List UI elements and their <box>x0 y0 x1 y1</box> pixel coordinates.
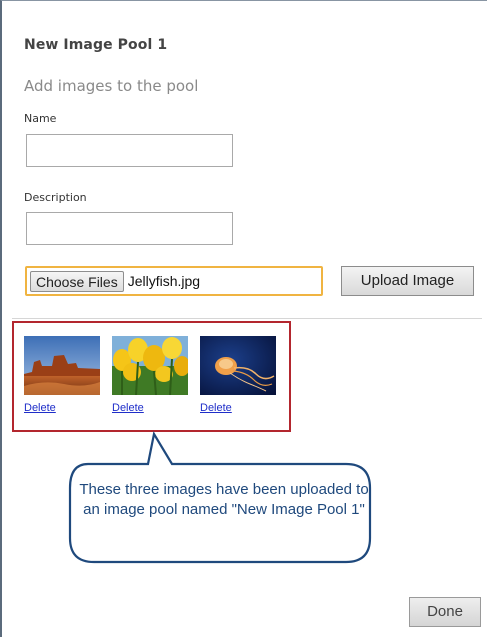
description-label: Description <box>24 191 87 204</box>
desert-image[interactable] <box>24 336 100 395</box>
done-button[interactable]: Done <box>409 597 481 627</box>
page-title: New Image Pool 1 <box>24 37 168 53</box>
callout-text: These three images have been uploaded to… <box>79 481 369 518</box>
file-input[interactable]: Choose Files Jellyfish.jpg <box>25 266 323 296</box>
upload-image-button[interactable]: Upload Image <box>341 266 474 296</box>
jellyfish-image[interactable] <box>200 336 276 395</box>
name-label: Name <box>24 112 57 125</box>
divider <box>12 318 482 319</box>
delete-tulips-link[interactable]: Delete <box>112 402 144 414</box>
delete-desert-link[interactable]: Delete <box>24 402 56 414</box>
selected-file-name: Jellyfish.jpg <box>127 273 201 289</box>
name-field[interactable] <box>26 134 233 167</box>
description-field[interactable] <box>26 212 233 245</box>
tulips-image[interactable] <box>112 336 188 395</box>
page-subtitle: Add images to the pool <box>24 77 199 95</box>
choose-files-button[interactable]: Choose Files <box>30 270 124 292</box>
delete-jellyfish-link[interactable]: Delete <box>200 402 232 414</box>
